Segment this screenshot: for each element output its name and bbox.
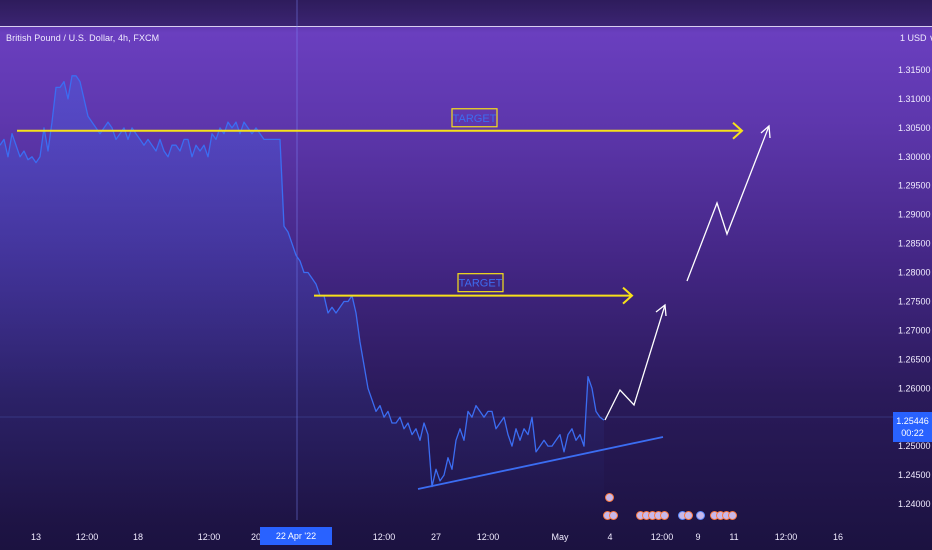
price-axis-tick: 1.31500 [898, 65, 931, 75]
price-chart[interactable]: TARGET TARGET 1.31500 1.31000 1.30500 1.300… [0, 0, 932, 550]
price-axis-tick: 1.25000 [898, 441, 931, 451]
time-axis-tick: 12:00 [76, 532, 99, 542]
price-axis-tick: 1.27500 [898, 296, 931, 306]
time-axis-tick: 16 [833, 532, 843, 542]
last-price-value: 1.25446 [896, 416, 929, 426]
bar-countdown: 00:22 [901, 428, 924, 438]
target-arrow-lower[interactable] [314, 286, 634, 305]
chart-window: TARGET TARGET 1.31500 1.31000 1.30500 1.300… [0, 0, 932, 550]
crosshair-date-tag: 22 Apr '22 [260, 527, 332, 545]
price-axis-tick: 1.30000 [898, 152, 931, 162]
time-axis-tick: 11 [729, 532, 738, 542]
target-label-lower[interactable]: TARGET [457, 273, 504, 293]
time-axis-tick: 12:00 [373, 532, 396, 542]
price-axis-tick: 1.26500 [898, 354, 931, 364]
price-axis-tick: 1.27000 [898, 325, 931, 335]
price-axis-tick: 1.24000 [898, 499, 931, 509]
time-axis[interactable]: 1312:001812:002012:12:002712:00May412:00… [31, 532, 843, 542]
time-axis-tick: 12:00 [775, 532, 798, 542]
price-area [0, 75, 604, 521]
event-marker[interactable] [609, 511, 618, 520]
time-axis-tick: 18 [133, 532, 143, 542]
price-axis[interactable]: 1.31500 1.31000 1.30500 1.30000 1.29500 1.290… [898, 65, 931, 509]
price-axis-tick: 1.24500 [898, 470, 931, 480]
svg-text:TARGET: TARGET [459, 278, 503, 290]
time-axis-tick: 27 [431, 532, 441, 542]
event-marker[interactable] [660, 511, 669, 520]
target-label-upper[interactable]: TARGET [451, 108, 498, 128]
time-axis-tick: 4 [607, 532, 612, 542]
price-axis-tick: 1.26000 [898, 383, 931, 393]
time-axis-tick: 12:00 [477, 532, 500, 542]
time-axis-tick: 12:00 [198, 532, 221, 542]
price-axis-tick: 1.28500 [898, 239, 931, 249]
symbol-title[interactable]: British Pound / U.S. Dollar, 4h, FXCM [6, 33, 159, 43]
event-marker[interactable] [696, 511, 705, 520]
event-marker[interactable] [605, 493, 614, 502]
projection-arrow-near[interactable] [604, 303, 667, 421]
price-axis-tick: 1.30500 [898, 123, 931, 133]
currency-selector[interactable]: 1 USD ∨ [900, 33, 932, 44]
time-axis-tick: 13 [31, 532, 41, 542]
price-axis-tick: 1.31000 [898, 94, 931, 104]
time-axis-tick: 9 [695, 532, 700, 542]
event-marker[interactable] [684, 511, 693, 520]
time-axis-tick: 12:00 [651, 532, 674, 542]
svg-text:TARGET: TARGET [453, 113, 497, 125]
price-axis-tick: 1.29000 [898, 210, 931, 220]
projection-arrow-far[interactable] [686, 124, 771, 282]
event-marker[interactable] [728, 511, 737, 520]
last-price-tag: 1.25446 00:22 [893, 412, 932, 442]
time-axis-tick: May [551, 532, 569, 542]
price-axis-tick: 1.28000 [898, 268, 931, 278]
price-axis-tick: 1.29500 [898, 181, 931, 191]
